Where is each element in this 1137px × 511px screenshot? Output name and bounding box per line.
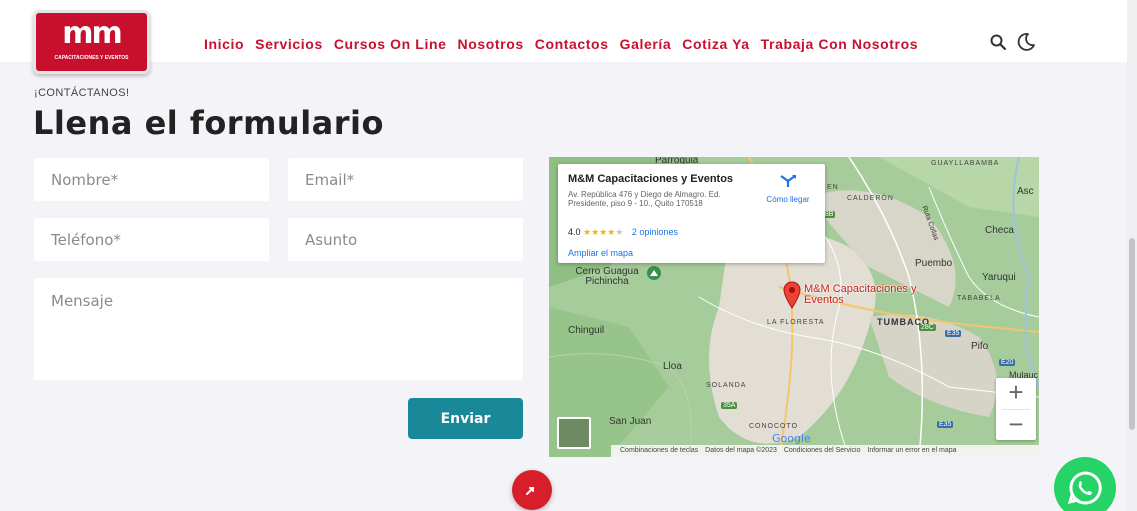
nav-item-trabaja-con-nosotros[interactable]: Trabaja Con Nosotros	[761, 36, 918, 52]
google-logo: Google	[772, 432, 811, 445]
map-label-en: EN	[827, 184, 839, 191]
place-name: M&M Capacitaciones y Eventos	[568, 173, 734, 185]
enlarge-map-link[interactable]: Ampliar el mapa	[568, 248, 633, 258]
scroll-top-button[interactable]	[512, 470, 552, 510]
nav-item-cursos-online[interactable]: Cursos On Line	[334, 36, 447, 52]
map-pin-label[interactable]: M&M Capacitaciones y Eventos	[804, 284, 924, 306]
reviews-link[interactable]: 2 opiniones	[632, 227, 678, 237]
road-shield-e35: E35	[945, 330, 962, 337]
map-footer: Combinaciones de teclas Datos del mapa ©…	[611, 445, 1039, 457]
site-header: mm CAPACITACIONES Y EVENTOS Inicio Servi…	[0, 0, 1137, 74]
message-field[interactable]	[34, 278, 523, 380]
search-icon[interactable]	[989, 33, 1007, 51]
main-nav: Inicio Servicios Cursos On Line Nosotros…	[204, 36, 918, 52]
nav-item-cotiza-ya[interactable]: Cotiza Ya	[682, 36, 749, 52]
map-label-conocoto: CONOCOTO	[749, 423, 799, 430]
map-label-lloa: Lloa	[663, 361, 682, 372]
map-label-guayllabamba: GUAYLLABAMBA	[931, 160, 1000, 167]
zoom-in-button[interactable]: +	[996, 378, 1036, 409]
map-label-puembo: Puembo	[915, 258, 953, 269]
nav-item-nosotros[interactable]: Nosotros	[457, 36, 523, 52]
subject-field[interactable]	[288, 218, 523, 261]
road-shield-e35-south: E35	[937, 421, 954, 428]
zoom-out-button[interactable]: −	[996, 410, 1036, 441]
map-label-san-juan: San Juan	[609, 416, 652, 427]
whatsapp-icon	[1067, 471, 1102, 505]
nav-item-inicio[interactable]: Inicio	[204, 36, 244, 52]
site-logo[interactable]: mm CAPACITACIONES Y EVENTOS	[33, 10, 150, 74]
directions-button[interactable]: Cómo llegar	[758, 174, 818, 204]
map-label-asc: Asc	[1017, 186, 1034, 197]
send-button[interactable]: Enviar	[408, 398, 523, 439]
zoom-control: + −	[996, 378, 1036, 440]
road-shield-35a: 35A	[721, 402, 738, 409]
map-label-tababela: TABABELA	[957, 295, 1001, 302]
moon-icon[interactable]	[1016, 32, 1036, 52]
logo-subtitle: CAPACITACIONES Y EVENTOS	[54, 55, 129, 61]
map-label-pifo: Pifo	[971, 341, 989, 352]
map-data-attribution: Datos del mapa ©2023	[705, 447, 777, 454]
page-title: Llena el formulario	[33, 104, 384, 142]
phone-field[interactable]	[34, 218, 269, 261]
whatsapp-button[interactable]	[1054, 457, 1116, 511]
google-map[interactable]: Parroquia GUAYLLABAMBA EN CALDERÓN Asc R…	[549, 157, 1039, 457]
rating-value: 4.0	[568, 227, 581, 237]
road-shield-28c: 28C	[919, 324, 936, 331]
map-label-calderon: CALDERÓN	[847, 195, 894, 202]
park-icon	[647, 266, 661, 280]
place-info-card: M&M Capacitaciones y Eventos Av. Repúbli…	[558, 164, 825, 263]
arrow-up-icon	[526, 487, 534, 495]
nav-item-galeria[interactable]: Galería	[620, 36, 672, 52]
place-rating: 4.0 ★★★★★ 2 opiniones	[568, 227, 678, 238]
nav-item-servicios[interactable]: Servicios	[255, 36, 323, 52]
map-label-chinguil: Chinguil	[568, 325, 605, 336]
place-address: Av. República 476 y Diego de Almagro. Ed…	[568, 190, 721, 208]
name-field[interactable]	[34, 158, 269, 201]
directions-icon	[780, 175, 796, 187]
page-scrollbar[interactable]	[1127, 0, 1137, 511]
map-label-checa: Checa	[985, 225, 1014, 236]
report-error-link[interactable]: Informar un error en el mapa	[867, 447, 956, 454]
map-label-la-floresta: LA FLORESTA	[767, 319, 825, 326]
map-label-solanda: SOLANDA	[706, 382, 747, 389]
email-field[interactable]	[288, 158, 523, 201]
map-label-cerro: Cerro Guagua Pichincha	[575, 266, 639, 287]
terms-link[interactable]: Condiciones del Servicio	[784, 447, 861, 454]
keyboard-shortcuts-link[interactable]: Combinaciones de teclas	[620, 447, 698, 454]
map-pin-icon[interactable]	[783, 281, 801, 309]
map-label-yaruqui: Yaruqui	[982, 272, 1016, 283]
rating-stars: ★★★★★	[583, 227, 624, 237]
directions-label: Cómo llegar	[766, 195, 810, 204]
satellite-toggle[interactable]	[557, 417, 591, 449]
logo-mark: mm	[62, 16, 123, 51]
road-shield-e20: E20	[999, 359, 1016, 366]
page-scrollbar-thumb[interactable]	[1129, 238, 1135, 430]
section-kicker: ¡CONTÁCTANOS!	[34, 87, 130, 99]
nav-item-contactos[interactable]: Contactos	[535, 36, 609, 52]
